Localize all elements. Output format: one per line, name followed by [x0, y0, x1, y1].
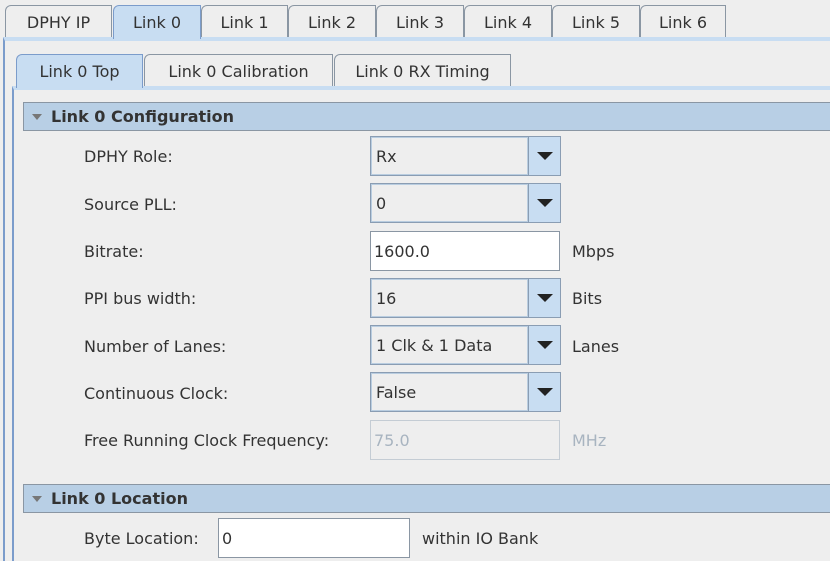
inner-tab-link-0-calibration[interactable]: Link 0 Calibration: [144, 54, 333, 87]
number-of-lanes-select[interactable]: 1 Clk & 1 Data: [370, 325, 561, 365]
byte-location-label: Byte Location:: [84, 529, 199, 548]
outer-tab-dphy-ip[interactable]: DPHY IP: [5, 5, 112, 38]
section-title: Link 0 Location: [51, 489, 188, 508]
number-of-lanes-label: Number of Lanes:: [84, 337, 227, 356]
bitrate-input[interactable]: 1600.0: [370, 231, 560, 271]
free-running-clock-input: 75.0: [370, 420, 560, 460]
section-title: Link 0 Configuration: [51, 107, 235, 126]
chevron-down-icon[interactable]: [528, 373, 560, 411]
free-running-clock-label: Free Running Clock Frequency:: [84, 431, 330, 450]
continuous-clock-select[interactable]: False: [370, 372, 561, 412]
outer-tab-link-6[interactable]: Link 6: [640, 5, 726, 38]
dphy-role-label: DPHY Role:: [84, 147, 173, 166]
bitrate-label: Bitrate:: [84, 242, 144, 261]
outer-tab-link-1[interactable]: Link 1: [201, 5, 288, 38]
ppi-unit: Bits: [572, 289, 603, 308]
outer-tab-link-5[interactable]: Link 5: [552, 5, 640, 38]
byte-location-unit: within IO Bank: [422, 529, 539, 548]
outer-tab-link-4[interactable]: Link 4: [464, 5, 552, 38]
dphy-role-select[interactable]: Rx: [370, 136, 561, 176]
dphy-role-value: Rx: [371, 137, 528, 175]
bitrate-unit: Mbps: [572, 242, 615, 261]
source-pll-select[interactable]: 0: [370, 183, 561, 223]
ppi-bus-width-select[interactable]: 16: [370, 278, 561, 318]
chevron-down-icon[interactable]: [528, 137, 560, 175]
source-pll-label: Source PLL:: [84, 195, 177, 214]
continuous-clock-label: Continuous Clock:: [84, 384, 229, 403]
byte-location-input[interactable]: 0: [218, 518, 410, 558]
number-of-lanes-value: 1 Clk & 1 Data: [371, 326, 528, 364]
free-clock-unit: MHz: [572, 431, 607, 450]
inner-tab-link-0-top[interactable]: Link 0 Top: [16, 54, 143, 88]
outer-tab-link-3[interactable]: Link 3: [376, 5, 464, 38]
outer-tab-link-0[interactable]: Link 0: [113, 5, 201, 39]
chevron-down-icon[interactable]: [528, 184, 560, 222]
collapse-triangle-icon[interactable]: [32, 113, 42, 120]
lanes-unit: Lanes: [572, 337, 620, 356]
chevron-down-icon[interactable]: [528, 279, 560, 317]
collapse-triangle-icon[interactable]: [32, 495, 42, 502]
continuous-clock-value: False: [371, 373, 528, 411]
ppi-bus-width-label: PPI bus width:: [84, 289, 197, 308]
inner-tab-link-0-rx-timing[interactable]: Link 0 RX Timing: [334, 54, 511, 87]
chevron-down-icon[interactable]: [528, 326, 560, 364]
outer-tab-link-2[interactable]: Link 2: [288, 5, 376, 38]
section-link-0-configuration[interactable]: Link 0 Configuration: [23, 102, 830, 131]
ppi-bus-width-value: 16: [371, 279, 528, 317]
section-link-0-location[interactable]: Link 0 Location: [23, 484, 830, 513]
source-pll-value: 0: [371, 184, 528, 222]
